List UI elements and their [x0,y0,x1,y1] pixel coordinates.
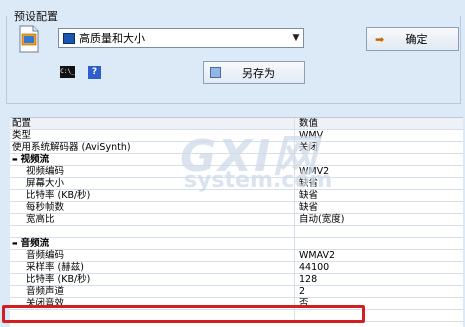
table-header-name: 配置 [12,118,32,129]
preset-group-label: 预设配置 [14,10,58,23]
row-value: 缺省 [299,202,319,213]
help-icon[interactable]: ? [88,66,101,79]
row-name: 使用系统解码器 (AviSynth) [12,142,131,153]
table-row[interactable]: 使用系统解码器 (AviSynth) 关闭 [10,142,463,154]
save-as-button[interactable]: 另存为 [203,61,305,84]
table-row[interactable]: 类型 WMV [10,130,463,142]
row-value: 44100 [299,262,330,273]
preset-dropdown-value: 高质量和大小 [79,32,145,45]
table-row[interactable]: 屏幕大小 缺省 [10,178,463,190]
ok-button[interactable]: ➡ 确定 [366,27,459,51]
table-header-row: 配置 数值 [10,118,463,130]
table-category-row[interactable]: 视频流 [10,154,463,166]
row-value: WMV2 [299,166,330,177]
row-name: 屏幕大小 [26,178,65,189]
preset-dropdown[interactable]: 高质量和大小 ▼ [58,28,304,48]
row-name: 每秒帧数 [26,202,65,213]
highlight-annotation-box [2,305,365,323]
table-row[interactable]: 宽高比 自动(宽度) [10,214,463,226]
row-value: 自动(宽度) [299,214,345,225]
row-name: 宽高比 [26,214,55,225]
table-row[interactable] [10,226,463,238]
row-name: 类型 [12,130,32,141]
command-line-icon[interactable]: C:\_ [60,66,75,78]
row-value: 关闭 [299,142,319,153]
table-row[interactable]: 音频编码 WMAV2 [10,250,463,262]
wmv-file-icon [18,25,40,53]
table-row[interactable]: 视频编码 WMV2 [10,166,463,178]
table-category-row[interactable]: 音频流 [10,238,463,250]
row-value: WMV [299,130,324,141]
table-row[interactable]: 每秒帧数 缺省 [10,202,463,214]
chevron-down-icon[interactable]: ▼ [289,33,303,43]
table-row[interactable]: 采样率 (赫兹) 44100 [10,262,463,274]
row-value: 128 [299,274,318,285]
table-row[interactable]: 比特率 (KB/秒) 缺省 [10,190,463,202]
row-value: 缺省 [299,178,319,189]
ok-button-label: 确定 [405,33,428,46]
properties-table: 配置 数值 类型 WMV 使用系统解码器 (AviSynth) 关闭视频流视频编码 WM… [10,117,463,327]
table-header-value: 数值 [299,118,319,129]
arrow-right-icon: ➡ [375,32,385,46]
save-as-button-label: 另存为 [242,66,275,80]
row-value: 2 [299,286,306,297]
row-value: WMAV2 [299,250,336,261]
row-name: 音频编码 [26,250,65,261]
table-row[interactable]: 音频声道 2 [10,286,463,298]
row-name: 音频声道 [26,286,65,297]
table-row[interactable]: 比特率 (KB/秒) 128 [10,274,463,286]
row-name: 比特率 (KB/秒) [26,274,91,285]
row-name: 视频编码 [26,166,65,177]
row-name: 比特率 (KB/秒) [26,190,91,201]
preset-quality-icon [63,32,75,44]
row-value: 缺省 [299,190,319,201]
save-icon [210,67,221,78]
row-name: 视频流 [12,154,50,165]
row-name: 采样率 (赫兹) [26,262,84,273]
row-name: 音频流 [12,238,50,249]
